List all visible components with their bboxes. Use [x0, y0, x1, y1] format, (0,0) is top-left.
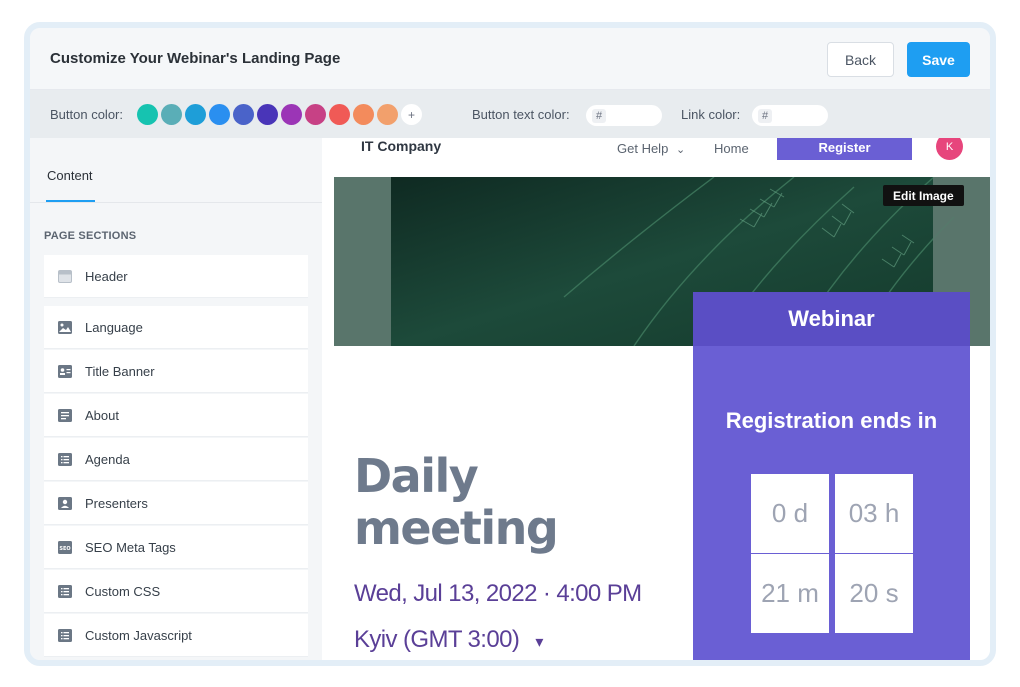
button-text-color-input[interactable]: #	[586, 105, 662, 126]
countdown-hours: 03 h	[835, 474, 913, 553]
tab-divider	[30, 202, 322, 203]
add-color-button[interactable]: +	[401, 104, 422, 125]
button-color-swatches: +	[137, 104, 422, 125]
nav-get-help[interactable]: Get Help ⌄	[617, 141, 685, 156]
document-icon	[58, 408, 72, 422]
color-swatch[interactable]	[137, 104, 158, 125]
header-icon	[58, 269, 72, 283]
color-swatch[interactable]	[305, 104, 326, 125]
landing-page-preview: IT Company Get Help ⌄ Home Register K Ed…	[322, 138, 990, 660]
section-heading: PAGE SECTIONS	[44, 230, 137, 242]
avatar[interactable]: K	[936, 138, 963, 160]
list-icon	[58, 584, 72, 598]
color-swatch[interactable]	[329, 104, 350, 125]
section-item-language[interactable]: Language	[44, 306, 308, 349]
section-item-label: Custom Javascript	[85, 627, 192, 643]
section-item-label: About	[85, 407, 119, 423]
section-item-seo-meta-tags[interactable]: SEO SEO Meta Tags	[44, 526, 308, 569]
section-item-label: Title Banner	[85, 363, 155, 379]
list-icon	[58, 452, 72, 466]
person-icon	[58, 496, 72, 510]
hash-icon: #	[758, 108, 772, 123]
color-swatch[interactable]	[233, 104, 254, 125]
color-swatch[interactable]	[353, 104, 374, 125]
timezone-selector[interactable]: Kyiv (GMT 3:00) ▾	[354, 626, 543, 654]
button-text-color-label: Button text color:	[472, 107, 570, 122]
image-icon	[58, 320, 72, 334]
event-date: Wed, Jul 13, 2022 · 4:00 PM	[354, 580, 642, 607]
webinar-panel-heading: Webinar	[693, 292, 970, 346]
save-button[interactable]: Save	[907, 42, 970, 77]
section-item-custom-javascript[interactable]: Custom Javascript	[44, 614, 308, 657]
section-item-label: Agenda	[85, 451, 130, 467]
color-swatch[interactable]	[209, 104, 230, 125]
color-swatch[interactable]	[161, 104, 182, 125]
color-swatch[interactable]	[185, 104, 206, 125]
link-color-input[interactable]: #	[752, 105, 828, 126]
section-item-custom-css[interactable]: Custom CSS	[44, 570, 308, 613]
event-title: Daily meeting	[354, 449, 559, 555]
tab-content[interactable]: Content	[47, 168, 93, 183]
section-item-header[interactable]: Header	[44, 255, 308, 298]
register-button[interactable]: Register	[777, 138, 912, 160]
chevron-down-icon: ⌄	[675, 144, 686, 156]
event-title-line: meeting	[354, 501, 559, 555]
section-item-title-banner[interactable]: Title Banner	[44, 350, 308, 393]
section-item-about[interactable]: About	[44, 394, 308, 437]
link-color-label: Link color:	[681, 107, 741, 122]
countdown-minutes: 21 m	[751, 554, 829, 633]
edit-image-button[interactable]: Edit Image	[883, 185, 964, 206]
section-item-presenters[interactable]: Presenters	[44, 482, 308, 525]
seo-icon: SEO	[58, 540, 72, 554]
id-card-icon	[58, 364, 72, 378]
section-item-label: Header	[85, 268, 128, 284]
section-item-label: Presenters	[85, 495, 148, 511]
button-color-label: Button color:	[50, 107, 123, 122]
nav-home[interactable]: Home	[714, 141, 749, 156]
color-toolbar: Button color: + Button text color: # Lin…	[30, 90, 990, 138]
back-button[interactable]: Back	[827, 42, 894, 77]
list-icon	[58, 628, 72, 642]
countdown-days: 0 d	[751, 474, 829, 553]
page-title: Customize Your Webinar's Landing Page	[50, 50, 341, 67]
sidebar: Content PAGE SECTIONS Header Language Ti…	[30, 138, 322, 660]
section-item-label: Language	[85, 319, 143, 335]
hash-icon: #	[592, 108, 606, 123]
section-item-label: SEO Meta Tags	[85, 539, 176, 555]
top-header: Customize Your Webinar's Landing Page Ba…	[30, 28, 990, 90]
event-title-line: Daily	[354, 449, 479, 503]
nav-get-help-label: Get Help	[617, 141, 669, 156]
webinar-panel: Webinar Registration ends in 0 d 03 h 21…	[693, 292, 970, 660]
timezone-label: Kyiv (GMT 3:00)	[354, 626, 520, 653]
color-swatch[interactable]	[377, 104, 398, 125]
caret-down-icon: ▾	[535, 634, 543, 651]
color-swatch[interactable]	[281, 104, 302, 125]
registration-ends-label: Registration ends in	[725, 408, 938, 433]
svg-text:SEO: SEO	[59, 545, 70, 551]
window-frame: Customize Your Webinar's Landing Page Ba…	[24, 22, 996, 666]
section-item-label: Custom CSS	[85, 583, 161, 599]
countdown-seconds: 20 s	[835, 554, 913, 633]
company-name: IT Company	[361, 138, 442, 154]
color-swatch[interactable]	[257, 104, 278, 125]
section-item-agenda[interactable]: Agenda	[44, 438, 308, 481]
